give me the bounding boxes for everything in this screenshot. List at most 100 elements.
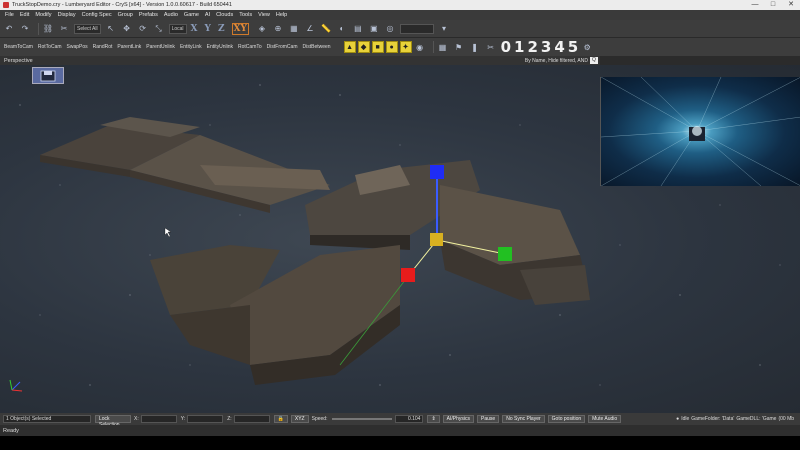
x-coordinate-field[interactable] xyxy=(140,415,177,423)
cmd-dist-between[interactable]: DistBetween xyxy=(303,44,331,50)
undo-icon[interactable]: ↶ xyxy=(3,23,15,35)
scale-icon[interactable]: ⤡ xyxy=(153,23,165,35)
menu-edit[interactable]: Edit xyxy=(20,12,29,18)
unlink-icon[interactable]: ✂ xyxy=(58,23,70,35)
maximize-button[interactable]: □ xyxy=(764,0,782,10)
preview-render-window[interactable] xyxy=(600,77,800,186)
axis-z-button[interactable]: Z xyxy=(218,24,225,34)
ruler-icon[interactable]: 📏 xyxy=(320,23,332,35)
menu-game[interactable]: Game xyxy=(184,12,199,18)
menu-modify[interactable]: Modify xyxy=(35,12,51,18)
menu-view[interactable]: View xyxy=(258,12,270,18)
yellow-tool-5-icon[interactable]: ✦ xyxy=(399,41,412,53)
cmd-parent-link[interactable]: ParentLink xyxy=(117,44,141,50)
perspective-viewport[interactable] xyxy=(0,65,800,413)
speed-field[interactable]: 0.104 xyxy=(395,415,424,423)
settings-icon[interactable]: ⚙ xyxy=(581,41,593,53)
axis-y-button[interactable]: Y xyxy=(205,24,211,34)
menu-ai[interactable]: AI xyxy=(205,12,210,18)
gizmo-x-handle[interactable] xyxy=(401,268,415,282)
layer-icon[interactable]: ▤ xyxy=(352,23,364,35)
app-icon xyxy=(3,2,9,8)
yellow-tool-2-icon[interactable]: ◆ xyxy=(357,41,370,53)
material-icon[interactable]: ◐ xyxy=(336,23,348,35)
gizmo-z-handle[interactable] xyxy=(430,165,444,179)
redo-icon[interactable]: ↷ xyxy=(19,23,31,35)
menu-file[interactable]: File xyxy=(5,12,14,18)
toolbar-separator xyxy=(432,41,434,53)
main-toolbar: ↶ ↷ ⛓ ✂ Select All ↖ ✥ ⟳ ⤡ Local X Y Z X… xyxy=(0,20,800,38)
menu-group[interactable]: Group xyxy=(118,12,133,18)
pause-button[interactable]: Pause xyxy=(477,415,500,423)
menu-clouds[interactable]: Clouds xyxy=(216,12,233,18)
lock-selection-button[interactable]: Lock Selection xyxy=(95,415,131,428)
menu-prefabs[interactable]: Prefabs xyxy=(139,12,158,18)
layer-combo[interactable] xyxy=(399,23,434,34)
z-coordinate-field[interactable] xyxy=(233,415,270,423)
menu-tools[interactable]: Tools xyxy=(239,12,252,18)
select-icon[interactable]: ↖ xyxy=(105,23,117,35)
viewport-filter-text[interactable]: By Name, Hide filtered, AND xyxy=(525,58,588,64)
gizmo-center-handle[interactable] xyxy=(430,233,443,246)
axis-xy-button[interactable]: XY xyxy=(231,22,249,35)
link-icon[interactable]: ⛓ xyxy=(42,23,54,35)
structure-lower-wing xyxy=(150,245,400,385)
viewport-title[interactable]: Perspective xyxy=(4,58,33,64)
goto-position-button[interactable]: Goto position xyxy=(547,415,586,423)
gamefolder-status: GameFolder: 'Data' xyxy=(691,416,735,422)
cmd-swap-pos[interactable]: SwapPos xyxy=(67,44,88,50)
rotate-icon[interactable]: ⟳ xyxy=(137,23,149,35)
viewport-header: Perspective By Name, Hide filtered, AND … xyxy=(0,56,600,65)
yellow-tool-1-icon[interactable]: ▲ xyxy=(343,41,356,53)
search-icon[interactable]: Q xyxy=(590,57,598,64)
palette-icon[interactable]: ▦ xyxy=(437,41,449,53)
menu-config-spec[interactable]: Config Spec xyxy=(82,12,112,18)
y-coordinate-field[interactable] xyxy=(187,415,224,423)
snap-icon[interactable]: ⊕ xyxy=(272,23,284,35)
bookmark-2-button[interactable]: 2 xyxy=(527,38,537,56)
bookmark-1-button[interactable]: 1 xyxy=(514,38,524,56)
bookmark-5-button[interactable]: 5 xyxy=(568,38,578,56)
axis-x-button[interactable]: X xyxy=(191,24,198,34)
bookmark-3-button[interactable]: 3 xyxy=(541,38,551,56)
object-icon[interactable]: ▣ xyxy=(368,23,380,35)
menu-audio[interactable]: Audio xyxy=(164,12,178,18)
yellow-tool-3-icon[interactable]: ■ xyxy=(371,41,384,53)
xyz-button[interactable]: XYZ xyxy=(290,415,309,423)
physics-icon[interactable]: ◎ xyxy=(384,23,396,35)
coordinate-system-combo[interactable]: Local xyxy=(168,23,187,34)
cmd-rand-rot[interactable]: RandRot xyxy=(93,44,113,50)
terrain-snap-icon[interactable]: ◈ xyxy=(256,23,268,35)
flag-icon[interactable]: ⚑ xyxy=(453,41,465,53)
no-sync-player-button[interactable]: No Sync Player xyxy=(502,415,545,423)
bookmark-0-button[interactable]: 0 xyxy=(501,38,511,56)
menu-help[interactable]: Help xyxy=(276,12,287,18)
save-thumbnail-icon[interactable] xyxy=(32,67,64,84)
cmd-parent-unlink[interactable]: ParentUnlink xyxy=(146,44,175,50)
lock-icon[interactable]: 🔒 xyxy=(273,415,288,423)
ai-physics-button[interactable]: AI/Physics xyxy=(442,415,475,423)
cmd-beam-to-cam[interactable]: BeamToCam xyxy=(4,44,33,50)
scissors-icon[interactable]: ✂ xyxy=(485,41,497,53)
yellow-tool-4-icon[interactable]: ● xyxy=(385,41,398,53)
grid-snap-icon[interactable]: ▦ xyxy=(288,23,300,35)
angle-snap-icon[interactable]: ∠ xyxy=(304,23,316,35)
cmd-rot-to-cam[interactable]: RotToCam xyxy=(38,44,62,50)
menu-display[interactable]: Display xyxy=(58,12,76,18)
speed-slider[interactable] xyxy=(332,418,393,420)
mute-audio-button[interactable]: Mute Audio xyxy=(588,415,622,423)
cmd-entity-link[interactable]: EntityLink xyxy=(180,44,202,50)
spinner-icon[interactable]: ⇕ xyxy=(427,415,440,423)
bookmark-icon[interactable]: ❚ xyxy=(469,41,481,53)
camera-icon[interactable]: ◉ xyxy=(414,41,426,53)
cmd-dist-from-cam[interactable]: DistFromCam xyxy=(267,44,298,50)
cmd-rot-cam-to[interactable]: RotCamTo xyxy=(238,44,262,50)
close-button[interactable]: ✕ xyxy=(782,0,800,10)
cmd-entity-unlink[interactable]: EntityUnlink xyxy=(207,44,233,50)
gizmo-y-handle[interactable] xyxy=(498,247,512,261)
move-icon[interactable]: ✥ xyxy=(121,23,133,35)
bookmark-4-button[interactable]: 4 xyxy=(554,38,564,56)
dropdown-icon[interactable]: ▾ xyxy=(438,23,450,35)
minimize-button[interactable]: — xyxy=(746,0,764,10)
selection-filter-combo[interactable]: Select All xyxy=(74,23,101,34)
